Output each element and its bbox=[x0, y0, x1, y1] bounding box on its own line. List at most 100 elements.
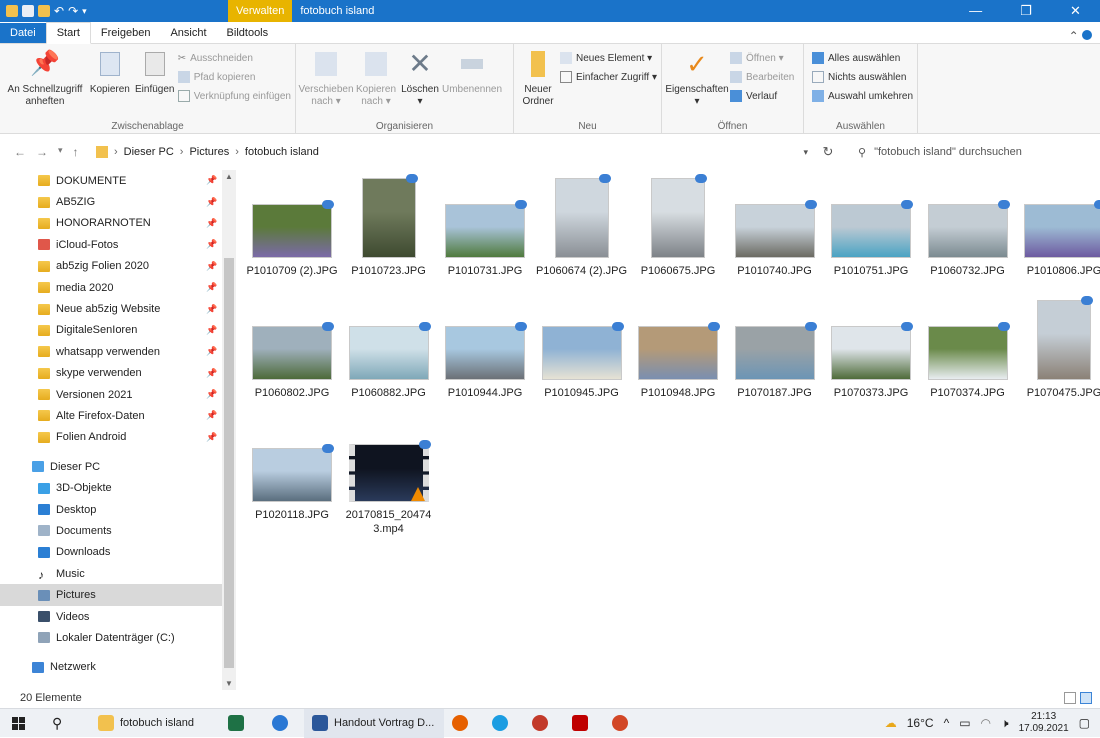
sidebar-item-quick-access[interactable]: iCloud-Fotos 📌 bbox=[0, 234, 236, 255]
breadcrumb-fotobuch-island[interactable]: fotobuch island bbox=[245, 146, 319, 158]
taskbar-app-flower[interactable] bbox=[524, 709, 564, 738]
sidebar-item-quick-access[interactable]: DigitaleSenIoren 📌 bbox=[0, 320, 236, 341]
image-file-item[interactable]: P1020118.JPG bbox=[244, 414, 340, 534]
sidebar-item-videos[interactable]: Videos bbox=[0, 606, 236, 627]
sidebar-item-quick-access[interactable]: skype verwenden 📌 bbox=[0, 363, 236, 384]
refresh-icon[interactable]: ↻ bbox=[808, 144, 848, 160]
history-button[interactable]: Verlauf bbox=[730, 88, 794, 104]
taskbar-excel[interactable] bbox=[220, 709, 264, 738]
copy-path-button[interactable]: Pfad kopieren bbox=[177, 69, 291, 85]
show-hidden-icons-icon[interactable]: ^ bbox=[944, 716, 950, 730]
sidebar-item-music[interactable]: ♪ Music bbox=[0, 563, 236, 584]
tab-share[interactable]: Freigeben bbox=[91, 23, 161, 43]
sidebar-item-desktop[interactable]: Desktop bbox=[0, 499, 236, 520]
properties-icon[interactable] bbox=[22, 5, 34, 17]
image-file-item[interactable]: P1010731.JPG bbox=[437, 170, 533, 290]
recent-locations-icon[interactable]: ▾ bbox=[58, 145, 63, 159]
image-file-item[interactable]: P1010945.JPG bbox=[534, 292, 630, 412]
properties-button[interactable]: ✓ Eigenschaften ▾ bbox=[665, 48, 728, 118]
sidebar-item-quick-access[interactable]: whatsapp verwenden 📌 bbox=[0, 341, 236, 362]
move-to-button[interactable]: Verschieben nach ▾ bbox=[298, 48, 354, 118]
pin-icon[interactable]: 📌 bbox=[206, 282, 217, 293]
pin-icon[interactable]: 📌 bbox=[206, 218, 217, 229]
sidebar-item-quick-access[interactable]: DOKUMENTE 📌 bbox=[0, 170, 236, 191]
image-file-item[interactable]: P1060675.JPG bbox=[630, 170, 726, 290]
image-file-item[interactable]: P1060732.JPG bbox=[920, 170, 1016, 290]
sidebar-item-network[interactable]: Netzwerk bbox=[0, 657, 236, 678]
speaker-icon[interactable]: 🕨 bbox=[1001, 716, 1009, 731]
redo-icon[interactable]: ↷ bbox=[68, 4, 78, 18]
tab-view[interactable]: Ansicht bbox=[160, 23, 216, 43]
taskbar-app-circle[interactable] bbox=[264, 709, 304, 738]
minimize-button[interactable]: — bbox=[969, 3, 982, 19]
image-file-item[interactable]: P1010723.JPG bbox=[341, 170, 437, 290]
taskbar-word[interactable]: Handout Vortrag D... bbox=[304, 708, 444, 738]
sidebar-item-pictures[interactable]: Pictures bbox=[0, 584, 236, 606]
taskbar-filezilla[interactable] bbox=[564, 709, 604, 738]
scroll-down-icon[interactable]: ▼ bbox=[222, 679, 236, 688]
sidebar-item-downloads[interactable]: Downloads bbox=[0, 542, 236, 563]
pin-icon[interactable]: 📌 bbox=[206, 346, 217, 357]
sidebar-item-lokaler-datentr-ger-c[interactable]: Lokaler Datenträger (C:) bbox=[0, 627, 236, 648]
image-file-item[interactable]: P1060882.JPG bbox=[341, 292, 437, 412]
pin-icon[interactable]: 📌 bbox=[206, 432, 217, 443]
notifications-icon[interactable]: ▢ bbox=[1079, 716, 1090, 730]
clock[interactable]: 21:13 17.09.2021 bbox=[1019, 711, 1069, 735]
sidebar-item-documents[interactable]: Documents bbox=[0, 520, 236, 541]
copy-to-button[interactable]: Kopieren nach ▾ bbox=[354, 48, 398, 118]
explorer-icon[interactable] bbox=[6, 5, 18, 17]
taskbar-edge[interactable] bbox=[484, 709, 524, 738]
select-all-button[interactable]: Alles auswählen bbox=[812, 50, 913, 66]
breadcrumb-pictures[interactable]: Pictures bbox=[189, 146, 229, 158]
sidebar-item-quick-access[interactable]: Alte Firefox-Daten 📌 bbox=[0, 405, 236, 426]
taskbar-powerpoint[interactable] bbox=[604, 709, 644, 738]
sidebar-item-quick-access[interactable]: Folien Android 📌 bbox=[0, 427, 236, 448]
image-file-item[interactable]: P1010709 (2).JPG bbox=[244, 170, 340, 290]
details-view-icon[interactable] bbox=[1064, 692, 1076, 704]
pin-icon[interactable]: 📌 bbox=[206, 325, 217, 336]
image-file-item[interactable]: P1010751.JPG bbox=[823, 170, 919, 290]
start-button[interactable] bbox=[0, 709, 44, 738]
wifi-icon[interactable]: ◠ bbox=[981, 716, 991, 730]
image-file-item[interactable]: P1060802.JPG bbox=[244, 292, 340, 412]
temperature[interactable]: 16°C bbox=[907, 716, 934, 730]
sidebar-item-quick-access[interactable]: Neue ab5zig Website 📌 bbox=[0, 298, 236, 319]
pin-icon[interactable]: 📌 bbox=[206, 368, 217, 379]
pin-quick-access-button[interactable]: 📌 An Schnellzugriff anheften bbox=[4, 48, 86, 118]
copy-button[interactable]: Kopieren bbox=[88, 48, 132, 118]
paste-button[interactable]: Einfügen bbox=[134, 48, 176, 118]
sidebar-item-quick-access[interactable]: AB5ZIG 📌 bbox=[0, 191, 236, 212]
new-folder-icon[interactable] bbox=[38, 5, 50, 17]
rename-button[interactable]: Umbenennen bbox=[442, 48, 502, 118]
search-input[interactable]: "fotobuch island" durchsuchen bbox=[874, 146, 1022, 158]
large-icons-view-icon[interactable] bbox=[1080, 692, 1092, 704]
network-tray-icon[interactable]: ▭ bbox=[959, 716, 970, 730]
maximize-button[interactable]: ❐ bbox=[1020, 3, 1032, 19]
taskbar-explorer[interactable]: fotobuch island bbox=[90, 709, 220, 738]
invert-selection-button[interactable]: Auswahl umkehren bbox=[812, 88, 913, 104]
edit-button[interactable]: Bearbeiten bbox=[730, 69, 794, 85]
breadcrumb-this-pc[interactable]: Dieser PC bbox=[124, 146, 174, 158]
sidebar-item-this-pc[interactable]: Dieser PC bbox=[0, 456, 236, 477]
pin-icon[interactable]: 📌 bbox=[206, 389, 217, 400]
scrollbar-thumb[interactable] bbox=[224, 258, 234, 668]
image-file-item[interactable]: P1070373.JPG bbox=[823, 292, 919, 412]
easy-access-button[interactable]: Einfacher Zugriff ▾ bbox=[560, 69, 657, 85]
taskbar-firefox[interactable] bbox=[444, 709, 484, 738]
tab-file[interactable]: Datei bbox=[0, 23, 46, 43]
undo-icon[interactable]: ↶ bbox=[54, 4, 64, 18]
pin-icon[interactable]: 📌 bbox=[206, 304, 217, 315]
sidebar-item-3d-objekte[interactable]: 3D-Objekte bbox=[0, 477, 236, 498]
sidebar-item-quick-access[interactable]: media 2020 📌 bbox=[0, 277, 236, 298]
image-file-item[interactable]: P1010740.JPG bbox=[727, 170, 823, 290]
image-file-item[interactable]: P1070475.JPG bbox=[1016, 292, 1100, 412]
new-item-button[interactable]: Neues Element ▾ bbox=[560, 50, 657, 66]
image-file-item[interactable]: P1070187.JPG bbox=[727, 292, 823, 412]
image-file-item[interactable]: P1010944.JPG bbox=[437, 292, 533, 412]
open-button[interactable]: Öffnen ▾ bbox=[730, 50, 794, 66]
navpane-scrollbar[interactable]: ▲ ▼ bbox=[222, 170, 236, 690]
tab-start[interactable]: Start bbox=[45, 22, 91, 44]
help-icon[interactable] bbox=[1082, 30, 1092, 40]
tab-picture-tools[interactable]: Bildtools bbox=[217, 23, 279, 43]
image-file-item[interactable]: P1010948.JPG bbox=[630, 292, 726, 412]
